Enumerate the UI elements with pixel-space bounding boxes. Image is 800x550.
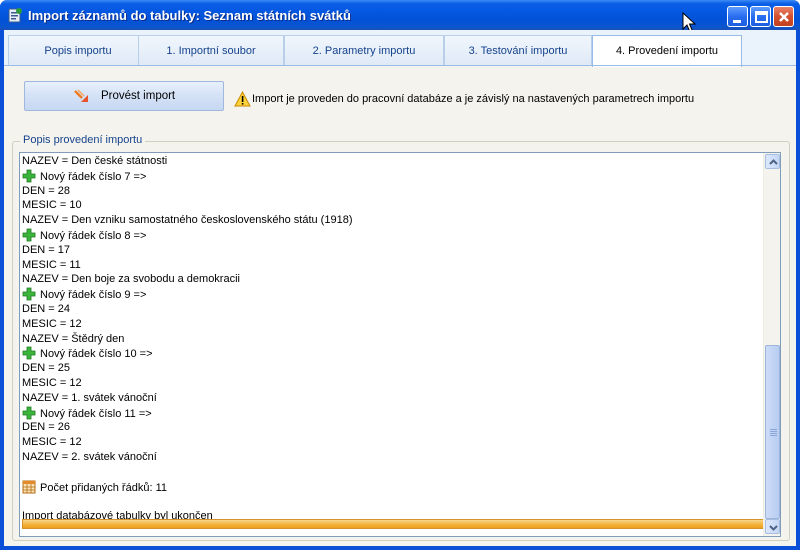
log-line: DEN = 25 — [22, 361, 762, 376]
maximize-button[interactable] — [750, 6, 771, 27]
log-line: Nový řádek číslo 11 => — [22, 406, 762, 421]
log-line-text: DEN = 26 — [22, 421, 70, 434]
scroll-down-button[interactable] — [765, 519, 780, 534]
log-line-text: Nový řádek číslo 8 => — [40, 229, 147, 242]
tab-divider — [4, 65, 796, 66]
log-line-text: Nový řádek číslo 7 => — [40, 170, 147, 183]
log-line: DEN = 24 — [22, 302, 762, 317]
minimize-button[interactable] — [727, 6, 748, 27]
log-line-text: NAZEV = Den vzniku samostatného českoslo… — [22, 214, 353, 227]
progress-bar — [22, 519, 764, 529]
log-line: Nový řádek číslo 8 => — [22, 228, 762, 243]
close-icon — [779, 12, 789, 22]
import-arrow-icon — [74, 89, 88, 102]
log-line: NAZEV = Den boje za svobodu a demokracii — [22, 272, 762, 287]
log-line-text: Nový řádek číslo 10 => — [40, 348, 153, 361]
maximize-icon — [755, 11, 768, 23]
scroll-up-button[interactable] — [765, 154, 780, 169]
tab-popis-importu[interactable]: Popis importu — [8, 35, 148, 66]
plus-icon — [22, 169, 36, 183]
log-lines: NAZEV = Den české státnosti Nový řádek čí… — [22, 154, 762, 524]
tab-provedeni-importu[interactable]: 4. Provedení importu — [592, 35, 742, 67]
log-group-label: Popis provedení importu — [20, 134, 146, 146]
log-line: NAZEV = 2. svátek vánoční — [22, 450, 762, 465]
log-line: NAZEV = Den české státnosti — [22, 154, 762, 169]
log-line-text: MESIC = 12 — [22, 317, 82, 330]
log-line: NAZEV = Štědrý den — [22, 332, 762, 347]
run-import-button[interactable]: Provést import — [24, 81, 224, 111]
log-line: Nový řádek číslo 7 => — [22, 169, 762, 184]
log-line-text: DEN = 24 — [22, 302, 70, 315]
log-line: MESIC = 12 — [22, 317, 762, 332]
plus-icon — [22, 228, 36, 242]
table-icon — [22, 480, 36, 494]
log-line-text: MESIC = 12 — [22, 376, 82, 389]
log-line: MESIC = 11 — [22, 258, 762, 273]
log-line: Nový řádek číslo 10 => — [22, 346, 762, 361]
log-line: DEN = 26 — [22, 420, 762, 435]
log-line-text: NAZEV = Štědrý den — [22, 332, 125, 345]
warning-icon — [234, 91, 251, 107]
log-line-text: NAZEV = Den boje za svobodu a demokracii — [22, 273, 240, 286]
log-line-text: DEN = 17 — [22, 243, 70, 256]
log-line-text: NAZEV = 1. svátek vánoční — [22, 391, 157, 404]
log-line-text: Počet přidaných řádků: 11 — [40, 481, 167, 494]
tab-parametry-importu[interactable]: 2. Parametry importu — [284, 35, 444, 66]
tab-importni-soubor[interactable]: 1. Importní soubor — [138, 35, 284, 66]
minimize-icon — [733, 20, 741, 23]
plus-icon — [22, 287, 36, 301]
window-title: Import záznamů do tabulky: Seznam státní… — [28, 8, 351, 23]
run-import-label: Provést import — [101, 90, 176, 102]
log-line: Nový řádek číslo 9 => — [22, 287, 762, 302]
log-line: DEN = 17 — [22, 243, 762, 258]
plus-icon — [22, 406, 36, 419]
log-line-text: NAZEV = 2. svátek vánoční — [22, 450, 157, 463]
warning-message: Import je proveden do pracovní databáze … — [252, 93, 695, 105]
log-line: DEN = 28 — [22, 184, 762, 199]
toolbar: Provést import — [12, 68, 788, 112]
scroll-down-icon — [769, 525, 778, 531]
log-line-text: NAZEV = Den české státnosti — [22, 155, 168, 167]
vertical-scrollbar[interactable] — [763, 153, 780, 536]
log-line-text: MESIC = 10 — [22, 199, 82, 212]
tab-testovani-importu[interactable]: 3. Testování importu — [444, 35, 592, 66]
log-line-text: DEN = 28 — [22, 184, 70, 197]
log-line: MESIC = 10 — [22, 198, 762, 213]
log-line: NAZEV = Den vzniku samostatného českoslo… — [22, 213, 762, 228]
scroll-up-icon — [769, 159, 778, 165]
log-line: MESIC = 12 — [22, 435, 762, 450]
log-line: MESIC = 12 — [22, 376, 762, 391]
plus-icon — [22, 346, 36, 360]
scroll-thumb[interactable] — [765, 345, 780, 519]
close-button[interactable] — [773, 6, 794, 27]
dialog-client-area: Popis importu 1. Importní soubor 2. Para… — [4, 30, 796, 546]
import-window: Import záznamů do tabulky: Seznam státní… — [0, 0, 800, 550]
log-line-text: MESIC = 12 — [22, 436, 82, 449]
log-line-text: MESIC = 11 — [22, 258, 81, 271]
log-line-text: Nový řádek číslo 11 => — [40, 407, 152, 420]
log-line: NAZEV = 1. svátek vánoční — [22, 391, 762, 406]
log-line: Počet přidaných řádků: 11 — [22, 480, 762, 495]
title-bar[interactable]: Import záznamů do tabulky: Seznam státní… — [0, 0, 800, 33]
import-log-panel[interactable]: NAZEV = Den české státnosti Nový řádek čí… — [19, 152, 781, 537]
app-icon — [8, 8, 22, 23]
log-line-text: Nový řádek číslo 9 => — [40, 289, 147, 302]
tab-strip: Popis importu 1. Importní soubor 2. Para… — [4, 30, 796, 67]
log-line-text: DEN = 25 — [22, 362, 70, 375]
